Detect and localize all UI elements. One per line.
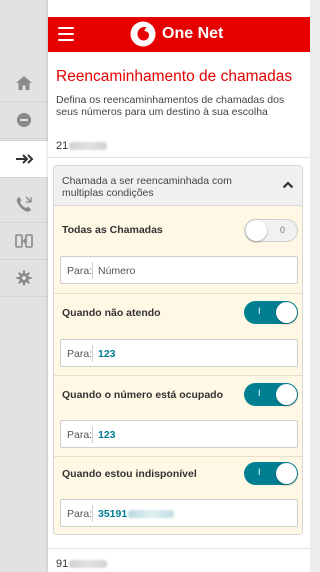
rule-title-unavailable: Quando estou indisponível — [62, 468, 197, 480]
rail-item-call-forward[interactable] — [0, 140, 50, 177]
field-label: Para: — [67, 429, 93, 441]
rail-item-devices[interactable] — [0, 223, 48, 260]
toggle-state-label: I — [258, 306, 261, 316]
toggle-all-calls[interactable]: 0 — [244, 219, 298, 242]
device-transfer-icon — [15, 234, 33, 248]
toggle-no-answer[interactable]: I — [244, 301, 298, 324]
toggle-knob — [276, 302, 297, 323]
app-header: One Net — [48, 17, 310, 52]
forward-to-field-all-calls[interactable]: Para: Número — [60, 256, 298, 284]
field-label: Para: — [67, 265, 93, 277]
call-forward-icon — [16, 154, 34, 164]
redacted-number — [69, 142, 108, 151]
rail-item-home[interactable] — [0, 65, 48, 102]
rail-item-block[interactable] — [0, 102, 48, 139]
rail-item-settings[interactable] — [0, 260, 48, 297]
divider — [48, 157, 310, 158]
accordion-header-label: Chamada a ser reencaminhada com multipla… — [62, 175, 232, 199]
rule-title-busy: Quando o número está ocupado — [62, 389, 224, 401]
number-placeholder: Número — [98, 265, 136, 277]
phone-number-prefix: 21 — [56, 140, 69, 152]
home-icon — [16, 76, 32, 90]
toggle-busy[interactable]: I — [244, 383, 298, 406]
forwarding-conditions-panel: Chamada a ser reencaminhada com multipla… — [53, 165, 303, 535]
forward-to-field-unavailable[interactable]: Para: 35191 — [60, 499, 298, 527]
divider — [48, 548, 310, 549]
redacted-number — [128, 510, 175, 519]
settings-gear-icon — [16, 270, 32, 286]
redacted-number — [69, 560, 108, 569]
toggle-knob — [246, 220, 267, 241]
toggle-state-label: I — [258, 467, 261, 477]
app-title: One Net — [162, 25, 224, 42]
phone-number-prefix: 91 — [56, 558, 69, 570]
page-title: Reencaminhamento de chamadas — [56, 68, 293, 85]
field-value: 35191 — [98, 508, 175, 520]
field-label: Para: — [67, 508, 93, 520]
page-description: Defina os reencaminhamentos de chamadas … — [56, 94, 285, 118]
field-label: Para: — [67, 348, 93, 360]
rule-title-all-calls: Todas as Chamadas — [62, 224, 163, 236]
chevron-up-icon[interactable] — [282, 180, 294, 190]
rail-item-calls[interactable] — [0, 186, 48, 223]
rule-title-no-answer: Quando não atendo — [62, 307, 161, 319]
side-navigation-rail — [0, 0, 50, 572]
toggle-unavailable[interactable]: I — [244, 462, 298, 485]
toggle-knob — [276, 384, 297, 405]
field-value: 123 — [98, 429, 116, 441]
phone-number-header-2[interactable]: 91 — [56, 558, 108, 570]
minus-circle-icon — [17, 113, 31, 127]
accordion-header[interactable]: Chamada a ser reencaminhada com multipla… — [54, 166, 302, 206]
forward-to-field-busy[interactable]: Para: 123 — [60, 420, 298, 448]
toggle-state-label: I — [258, 388, 261, 398]
forward-to-field-no-answer[interactable]: Para: 123 — [60, 339, 298, 367]
hamburger-menu-icon[interactable] — [58, 27, 74, 41]
phone-number-header[interactable]: 21 — [56, 140, 108, 152]
scrollbar[interactable] — [310, 0, 313, 572]
call-handset-icon — [16, 196, 32, 212]
vodafone-logo-icon — [130, 21, 156, 47]
toggle-state-label: 0 — [279, 225, 285, 235]
field-value: 123 — [98, 348, 116, 360]
toggle-knob — [276, 463, 297, 484]
main-panel: One Net Reencaminhamento de chamadas Def… — [48, 0, 310, 572]
